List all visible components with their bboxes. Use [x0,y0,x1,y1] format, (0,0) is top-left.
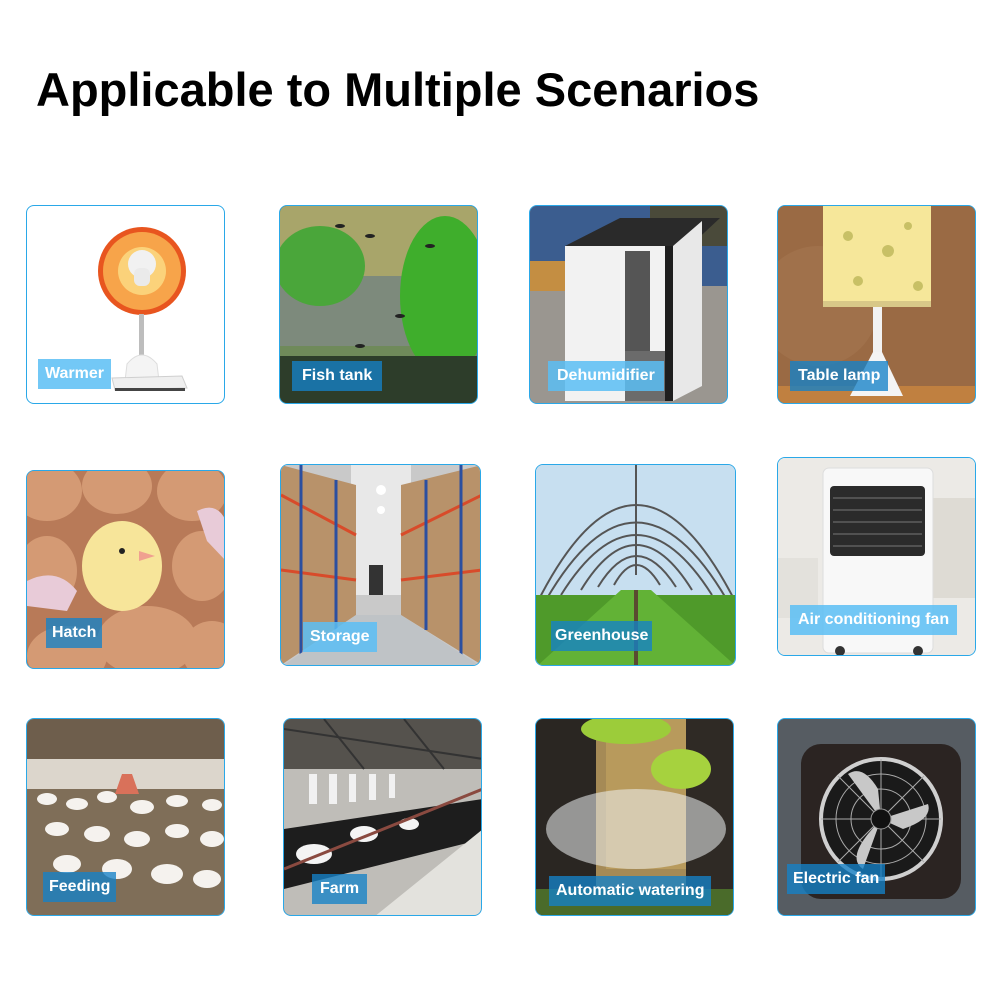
scenario-card-greenhouse[interactable]: Greenhouse [535,464,736,666]
scenario-label: Air conditioning fan [790,605,958,635]
scenario-label: Warmer [38,359,111,389]
page-title: Applicable to Multiple Scenarios [36,63,760,116]
scenario-card-feeding[interactable]: Feeding [26,718,225,916]
scenario-card-hatch[interactable]: Hatch [26,470,225,669]
scenario-label: Hatch [46,618,103,648]
scenario-card-table-lamp[interactable]: Table lamp [777,205,976,404]
scenario-label: Farm [312,874,368,904]
scenario-card-farm[interactable]: Farm [283,718,482,916]
scenario-label: Feeding [43,872,117,902]
scenario-card-fish-tank[interactable]: Fish tank [279,205,478,404]
scenario-card-electric-fan[interactable]: Electric fan [777,718,976,916]
scenario-card-dehumidifier[interactable]: Dehumidifier [529,205,728,404]
scenario-label: Electric fan [787,864,886,894]
scenario-label: Table lamp [790,361,889,391]
scenario-label: Storage [303,622,377,652]
scenario-label: Dehumidifier [548,361,664,391]
scenario-card-automatic-watering[interactable]: Automatic watering [535,718,734,916]
scenario-label: Fish tank [292,361,383,391]
scenario-card-air-conditioning-fan[interactable]: Air conditioning fan [777,457,976,656]
scenario-card-warmer[interactable]: Warmer [26,205,225,404]
scenario-card-storage[interactable]: Storage [280,464,481,666]
scenario-label: Automatic watering [549,876,712,906]
scenario-label: Greenhouse [551,621,653,651]
